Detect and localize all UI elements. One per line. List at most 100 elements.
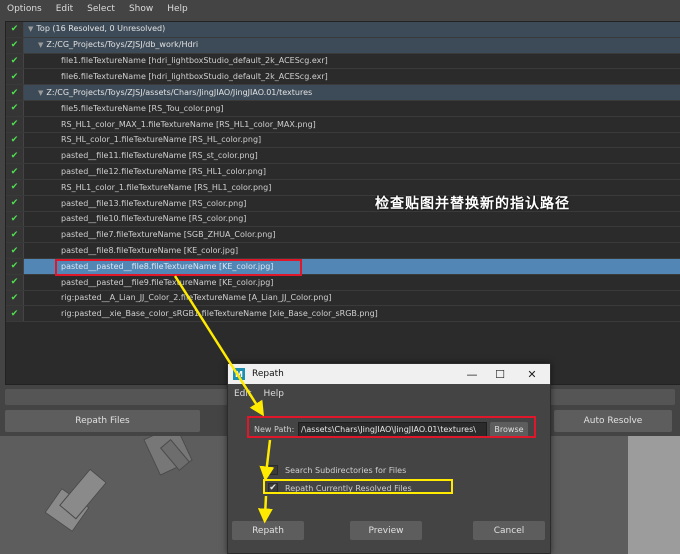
search-subdirs-checkbox[interactable]: [268, 465, 278, 475]
minimize-icon[interactable]: —: [458, 364, 486, 384]
tree-row-text: ▼ Z:/CG_Projects/Toys/ZJSJ/db_work/Hdri: [38, 37, 198, 53]
tree-file-row[interactable]: ✔ rig:pasted__xie_Base_color_sRGB1.fileTe…: [6, 306, 680, 323]
tree-row-label: RS_HL_color_1.fileTextureName [RS_HL_col…: [61, 135, 262, 145]
tree-file-row[interactable]: ✔ file6.fileTextureName [hdri_lightboxStu…: [6, 69, 680, 86]
tree-row-text: pasted__file11.fileTextureName [RS_st_co…: [61, 148, 258, 163]
menu-show[interactable]: Show: [122, 0, 160, 18]
repath-resolved-label: Repath Currently Resolved Files: [285, 483, 412, 493]
tree-row-text: RS_HL_color_1.fileTextureName [RS_HL_col…: [61, 132, 261, 147]
search-subdirs-row[interactable]: Search Subdirectories for Files: [268, 465, 406, 475]
new-path-input[interactable]: /\assets\Chars\JingJIAO\JingJIAO.01\text…: [298, 422, 487, 437]
resolved-check-icon: ✔: [6, 227, 24, 243]
browse-button[interactable]: Browse: [490, 422, 528, 437]
tree-row-text: pasted__file10.fileTextureName [RS_color…: [61, 211, 246, 226]
tree-row-label: Z:/CG_Projects/Toys/ZJSJ/db_work/Hdri: [46, 40, 199, 50]
tree-file-row[interactable]: ✔ rig:pasted__A_Lian_JJ_Color_2.fileTextu…: [6, 290, 680, 307]
repath-files-button[interactable]: Repath Files: [5, 410, 200, 432]
tree-row-text: RS_HL1_color_1.fileTextureName [RS_HL1_c…: [61, 180, 271, 195]
tree-file-row[interactable]: ✔ RS_HL1_color_1.fileTextureName [RS_HL1_…: [6, 180, 680, 196]
expand-triangle-icon[interactable]: ▼: [38, 41, 43, 49]
tree-row-label: rig:pasted__xie_Base_color_sRGB1.fileTex…: [61, 309, 378, 319]
tree-row-text: pasted__file12.fileTextureName [RS_HL1_c…: [61, 164, 266, 179]
tree-group-row[interactable]: ✔ ▼ Z:/CG_Projects/Toys/ZJSJ/assets/Chars/…: [6, 85, 680, 101]
tree-row-label: rig:pasted__A_Lian_JJ_Color_2.fileTextur…: [61, 293, 332, 303]
resolved-check-icon: ✔: [6, 53, 24, 69]
tree-row-label: file1.fileTextureName [hdri_lightboxStud…: [61, 56, 328, 66]
dialog-title: Repath: [252, 369, 284, 379]
dialog-menubar: Edit Help: [228, 386, 550, 402]
cancel-button[interactable]: Cancel: [473, 521, 545, 540]
close-icon[interactable]: ✕: [518, 364, 546, 384]
tree-row-label: pasted__file13.fileTextureName [RS_color…: [61, 198, 247, 208]
resolved-check-icon: ✔: [6, 85, 24, 100]
tree-row-label: RS_HL1_color_MAX_1.fileTextureName [RS_H…: [61, 119, 316, 129]
tree-row-text: pasted__pasted__file8.fileTextureName [K…: [61, 259, 273, 274]
menu-select[interactable]: Select: [80, 0, 122, 18]
resolved-check-icon: ✔: [6, 37, 24, 53]
tree-group-row[interactable]: ✔ ▼ Z:/CG_Projects/Toys/ZJSJ/db_work/Hdri: [6, 37, 680, 54]
tree-row-text: pasted__file7.fileTextureName [SGB_ZHUA_…: [61, 227, 275, 242]
expand-triangle-icon[interactable]: ▼: [28, 25, 33, 33]
tree-row-label: RS_HL1_color_1.fileTextureName [RS_HL1_c…: [61, 182, 272, 192]
search-subdirs-label: Search Subdirectories for Files: [285, 465, 407, 475]
tree-row-label: pasted__file12.fileTextureName [RS_HL1_c…: [61, 167, 266, 177]
tree-file-row[interactable]: ✔ pasted__file12.fileTextureName [RS_HL1_…: [6, 164, 680, 180]
dialog-menu-help[interactable]: Help: [257, 389, 290, 399]
tree-file-row[interactable]: ✔ pasted__pasted__file8.fileTextureName […: [6, 259, 680, 275]
tree-row-label: pasted__file7.fileTextureName [SGB_ZHUA_…: [61, 230, 276, 240]
resolved-check-icon: ✔: [6, 116, 24, 132]
tree-row-text: file5.fileTextureName [RS_Tou_color.png]: [61, 101, 224, 116]
resolved-check-icon: ✔: [6, 101, 24, 116]
tree-file-row[interactable]: ✔ pasted__file8.fileTextureName [KE_color…: [6, 243, 680, 259]
dialog-titlebar[interactable]: M Repath — ☐ ✕: [228, 364, 550, 384]
repath-resolved-row[interactable]: ✔ Repath Currently Resolved Files: [268, 483, 412, 493]
resolved-check-icon: ✔: [6, 22, 24, 37]
preview-button[interactable]: Preview: [350, 521, 422, 540]
tree-file-row[interactable]: ✔ file5.fileTextureName [RS_Tou_color.png…: [6, 101, 680, 117]
tree-file-row[interactable]: ✔ RS_HL1_color_MAX_1.fileTextureName [RS_…: [6, 116, 680, 133]
menu-options[interactable]: Options: [0, 0, 49, 18]
tree-row-text: pasted__file13.fileTextureName [RS_color…: [61, 196, 246, 211]
repath-resolved-checkbox[interactable]: ✔: [268, 483, 278, 493]
tree-group-row[interactable]: ✔ ▼ Top (16 Resolved, 0 Unresolved): [6, 22, 680, 38]
tree-row-text: rig:pasted__A_Lian_JJ_Color_2.fileTextur…: [61, 290, 332, 305]
tree-file-row[interactable]: ✔ pasted__file13.fileTextureName [RS_colo…: [6, 195, 680, 212]
tree-row-label: pasted__file10.fileTextureName [RS_color…: [61, 214, 247, 224]
dialog-menu-edit[interactable]: Edit: [228, 389, 257, 399]
tree-row-label: Z:/CG_Projects/Toys/ZJSJ/assets/Chars/Ji…: [46, 87, 313, 97]
tree-row-text: rig:pasted__xie_Base_color_sRGB1.fileTex…: [61, 306, 378, 321]
tree-row-text: ▼ Top (16 Resolved, 0 Unresolved): [28, 22, 166, 37]
resolved-check-icon: ✔: [6, 195, 24, 211]
tree-file-row[interactable]: ✔ file1.fileTextureName [hdri_lightboxStu…: [6, 53, 680, 70]
tree-row-label: file5.fileTextureName [RS_Tou_color.png]: [61, 103, 224, 113]
resolved-check-icon: ✔: [6, 243, 24, 258]
annotation-caption: 检查贴图并替换新的指认路径: [375, 196, 570, 212]
menu-edit[interactable]: Edit: [49, 0, 80, 18]
resolved-check-icon: ✔: [6, 259, 24, 274]
tree-file-row[interactable]: ✔ RS_HL_color_1.fileTextureName [RS_HL_co…: [6, 132, 680, 149]
expand-triangle-icon[interactable]: ▼: [38, 89, 43, 97]
tree-file-row[interactable]: ✔ pasted__file10.fileTextureName [RS_colo…: [6, 211, 680, 228]
resolved-check-icon: ✔: [6, 211, 24, 227]
auto-resolve-button[interactable]: Auto Resolve: [554, 410, 672, 432]
repath-dialog: M Repath — ☐ ✕ Edit Help New Path: /\ass…: [227, 363, 551, 554]
resolved-check-icon: ✔: [6, 290, 24, 306]
resolved-check-icon: ✔: [6, 148, 24, 164]
file-tree[interactable]: ✔ ▼ Top (16 Resolved, 0 Unresolved) ✔ ▼ Z:/CG…: [5, 21, 680, 385]
tree-row-label: pasted__pasted__file9.fileTextureName [K…: [61, 277, 274, 287]
repath-button[interactable]: Repath: [232, 521, 304, 540]
tree-row-text: pasted__file8.fileTextureName [KE_color.…: [61, 243, 238, 258]
resolved-check-icon: ✔: [6, 306, 24, 322]
maximize-icon[interactable]: ☐: [486, 364, 514, 384]
tree-file-row[interactable]: ✔ pasted__file11.fileTextureName [RS_st_c…: [6, 148, 680, 165]
resolved-check-icon: ✔: [6, 274, 24, 290]
tree-row-text: pasted__pasted__file9.fileTextureName [K…: [61, 275, 273, 290]
maya-logo-icon: M: [233, 368, 245, 380]
tree-row-text: RS_HL1_color_MAX_1.fileTextureName [RS_H…: [61, 117, 316, 132]
tree-row-label: Top (16 Resolved, 0 Unresolved): [36, 24, 166, 34]
menu-help[interactable]: Help: [160, 0, 195, 18]
menubar: Options Edit Select Show Help: [0, 0, 680, 18]
tree-file-row[interactable]: ✔ pasted__file7.fileTextureName [SGB_ZHUA…: [6, 227, 680, 244]
tree-row-text: ▼ Z:/CG_Projects/Toys/ZJSJ/assets/Chars/J…: [38, 85, 312, 101]
tree-file-row[interactable]: ✔ pasted__pasted__file9.fileTextureName […: [6, 274, 680, 291]
